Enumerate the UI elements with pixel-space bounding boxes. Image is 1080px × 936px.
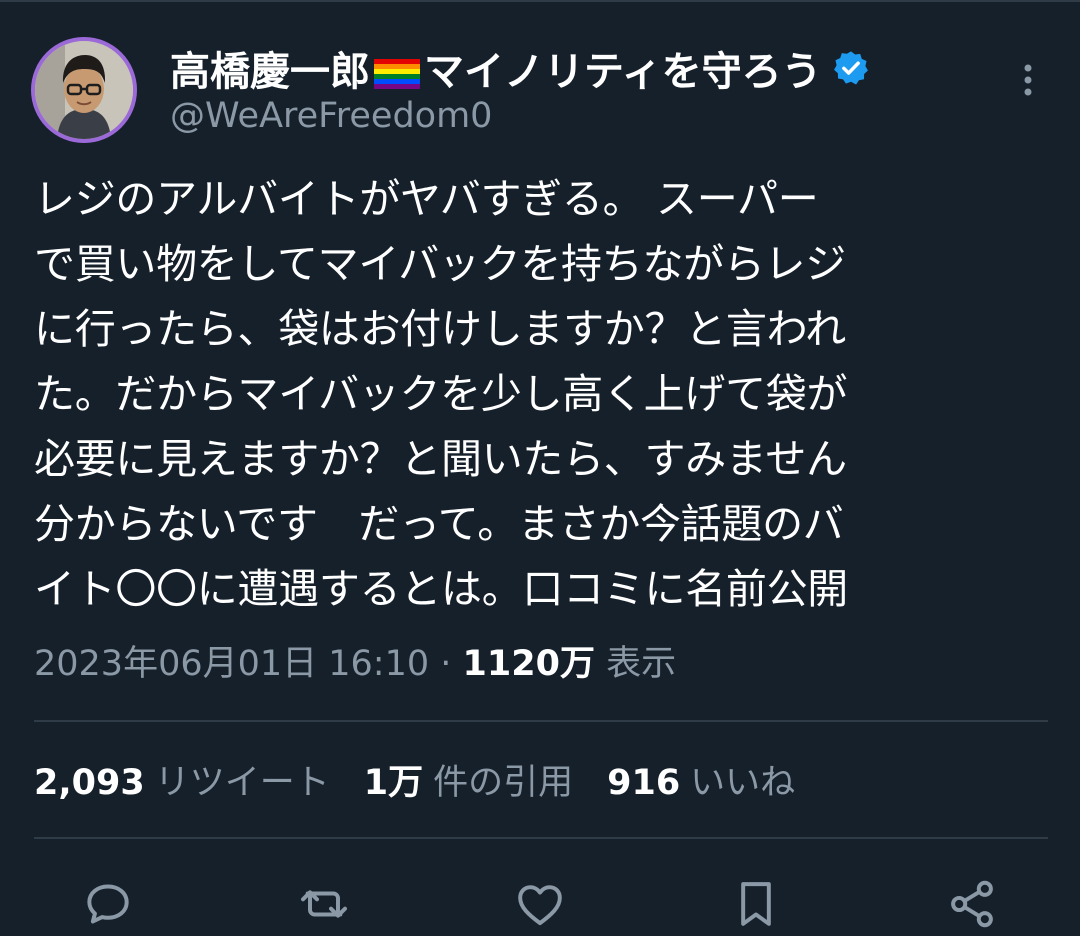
rainbow-flag-icon (374, 53, 420, 89)
tweet-line: レジのアルバイトがヤバすぎる。 スーパー (34, 175, 819, 223)
like-icon[interactable] (512, 876, 568, 932)
tweet-line: で買い物をしてマイバックを持ちながらレジ (34, 240, 846, 288)
tweet-line: た。だからマイバックを少し高く上げて袋が (34, 370, 848, 418)
avatar[interactable] (31, 37, 137, 143)
divider (34, 837, 1048, 839)
reply-icon[interactable] (80, 876, 136, 932)
tweet-timestamp[interactable]: 2023年06月01日 16:10 (34, 644, 429, 684)
quotes-stat[interactable]: 1万 件の引用 (364, 757, 573, 809)
verified-badge-icon (832, 49, 870, 87)
more-options-icon[interactable] (1010, 58, 1046, 102)
tweet-text: レジのアルバイトがヤバすぎる。 スーパー で買い物をしてマイバックを持ちながらレ… (34, 167, 1044, 622)
likes-count: 916 (607, 763, 681, 803)
tweet-line: 必要に見えますか？と聞いたら、すみません (34, 435, 847, 483)
share-icon[interactable] (944, 876, 1000, 932)
views-label: 表示 (594, 644, 677, 684)
retweets-stat[interactable]: 2,093 リツイート (34, 757, 330, 809)
engagement-stats: 2,093 リツイート 1万 件の引用 916 いいね (34, 757, 829, 809)
bookmark-icon[interactable] (728, 876, 784, 932)
retweets-label: リツイート (154, 763, 330, 803)
likes-stat[interactable]: 916 いいね (607, 757, 795, 809)
tweet-line: 分からないです だって。まさか今話題のバ (34, 500, 844, 548)
tweet-line: に行ったら、袋はお付けしますか？と言われ (34, 305, 846, 353)
quotes-count: 1万 (363, 763, 424, 803)
tweet-meta: 2023年06月01日 16:10 · 1120万 表示 (34, 638, 676, 690)
quotes-label: 件の引用 (433, 763, 574, 803)
views-count[interactable]: 1120万 (463, 644, 595, 684)
author-handle[interactable]: @WeAreFreedom0 (170, 96, 492, 136)
top-divider (0, 0, 1080, 2)
retweets-count: 2,093 (34, 763, 145, 803)
tweet-line: イト〇〇に遭遇するとは。口コミに名前公開 (34, 565, 848, 613)
avatar-photo (35, 41, 133, 139)
author-display-name[interactable]: 高橋慶一郎 マイノリティを守ろう (170, 42, 870, 95)
meta-separator: · (429, 644, 463, 684)
display-name-suffix: マイノリティを守ろう (424, 49, 822, 95)
divider (34, 720, 1048, 722)
likes-label: いいね (690, 763, 796, 803)
retweet-icon[interactable] (296, 876, 352, 932)
display-name-prefix: 高橋慶一郎 (170, 49, 370, 95)
